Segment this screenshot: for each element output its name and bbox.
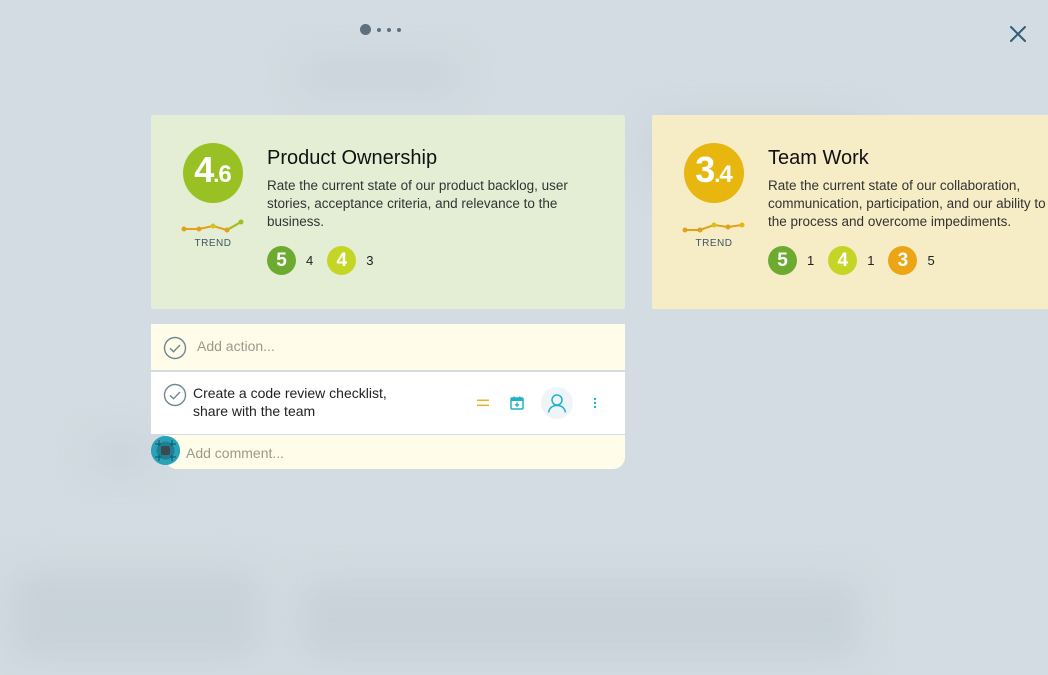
average-score-badge: 4.6 [183, 143, 243, 203]
close-button[interactable] [1004, 20, 1032, 48]
add-action-placeholder: Add action... [197, 338, 275, 354]
card-title: Product Ownership [267, 147, 438, 169]
due-date-button[interactable] [506, 392, 528, 414]
user-icon [547, 394, 567, 413]
pager-dot-active[interactable] [360, 24, 371, 35]
category-card-team-work[interactable]: 3.4 TREND Team Work Rate the current sta… [652, 115, 1048, 309]
rating-count: 4 [306, 253, 314, 268]
assignee-button[interactable] [541, 387, 573, 419]
pager-dot[interactable] [377, 27, 381, 32]
average-score-badge: 3.4 [684, 143, 744, 203]
rating-badge-3: 3 [888, 246, 918, 275]
calendar-add-icon [510, 396, 524, 410]
more-vertical-icon [593, 397, 597, 409]
rating-badge-4: 4 [327, 246, 357, 275]
equals-icon [477, 399, 489, 407]
check-circle-icon[interactable] [163, 383, 187, 407]
rating-badge-5: 5 [267, 246, 296, 275]
avatar-image [151, 436, 180, 465]
rating-count: 3 [366, 253, 374, 268]
rating-count: 5 [927, 253, 935, 268]
add-comment-input[interactable]: Add comment... [165, 435, 625, 469]
rating-badge-5: 5 [768, 246, 797, 275]
rating-badge-4: 4 [828, 246, 858, 275]
more-options-button[interactable] [587, 392, 603, 414]
priority-button[interactable] [473, 394, 493, 412]
category-card-product-ownership[interactable]: 4.6 TREND Product Ownership Rate the cur… [151, 115, 625, 309]
pager-dot[interactable] [387, 27, 391, 32]
rating-count: 1 [867, 253, 875, 268]
add-action-input[interactable]: Add action... [151, 324, 625, 370]
card-title: Team Work [768, 147, 869, 169]
pager-dot[interactable] [397, 27, 401, 32]
vote-distribution: 5 4 4 3 [267, 246, 387, 275]
close-icon [1010, 26, 1026, 42]
rating-count: 1 [807, 253, 815, 268]
trend-sparkline [181, 219, 244, 233]
carousel-pager [360, 24, 401, 35]
action-item-text[interactable]: Create a code review checklist, share wi… [193, 384, 423, 420]
card-description: Rate the current state of our product ba… [267, 178, 568, 229]
trend-sparkline [682, 222, 745, 233]
card-description: Rate the current state of our collaborat… [768, 178, 1046, 229]
vote-distribution: 5 1 4 1 3 5 [768, 246, 949, 275]
trend-label: TREND [194, 238, 232, 249]
comment-row: Add comment... [151, 435, 625, 469]
action-item[interactable]: Create a code review checklist, share wi… [151, 372, 625, 434]
avatar [151, 436, 180, 465]
trend-label: TREND [695, 238, 733, 249]
add-comment-placeholder: Add comment... [186, 445, 285, 461]
check-circle-icon [163, 336, 187, 360]
